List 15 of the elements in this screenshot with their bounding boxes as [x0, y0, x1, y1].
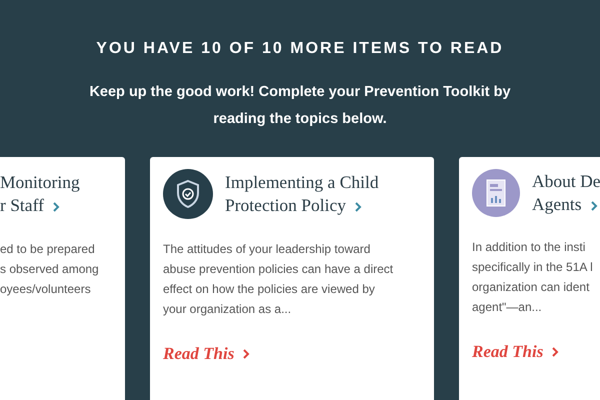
- items-count-heading: YOU HAVE 10 OF 10 MORE ITEMS TO READ: [95, 39, 505, 59]
- card-description: ed to be prepared s observed among oyees/volunteers: [0, 241, 100, 298]
- header-subtitle: Keep up the good work! Complete your Prevention Toolkit by reading the topics below.: [88, 83, 512, 129]
- read-this-link[interactable]: Read This: [459, 339, 560, 364]
- chevron-right-icon: [52, 200, 60, 213]
- chevron-right-icon: [354, 200, 362, 213]
- card-title[interactable]: Implementing a Child Protection Policy: [225, 171, 379, 217]
- card-title[interactable]: About De Agents: [532, 170, 600, 216]
- chevron-right-icon: [242, 348, 250, 360]
- card-description: In addition to the insti specifically in the 51A l organization can ident agent"—an...: [471, 239, 594, 316]
- read-this-link[interactable]: Read This: [150, 341, 264, 366]
- chevron-right-icon: [590, 200, 598, 212]
- chevron-right-icon: [551, 346, 560, 358]
- card-title[interactable]: Monitoring r Staff: [0, 171, 80, 217]
- card-description: The attitudes of your leadership toward abuse prevention policies can have a direct effect on how the policies are viewed by your organization as a...: [162, 241, 394, 318]
